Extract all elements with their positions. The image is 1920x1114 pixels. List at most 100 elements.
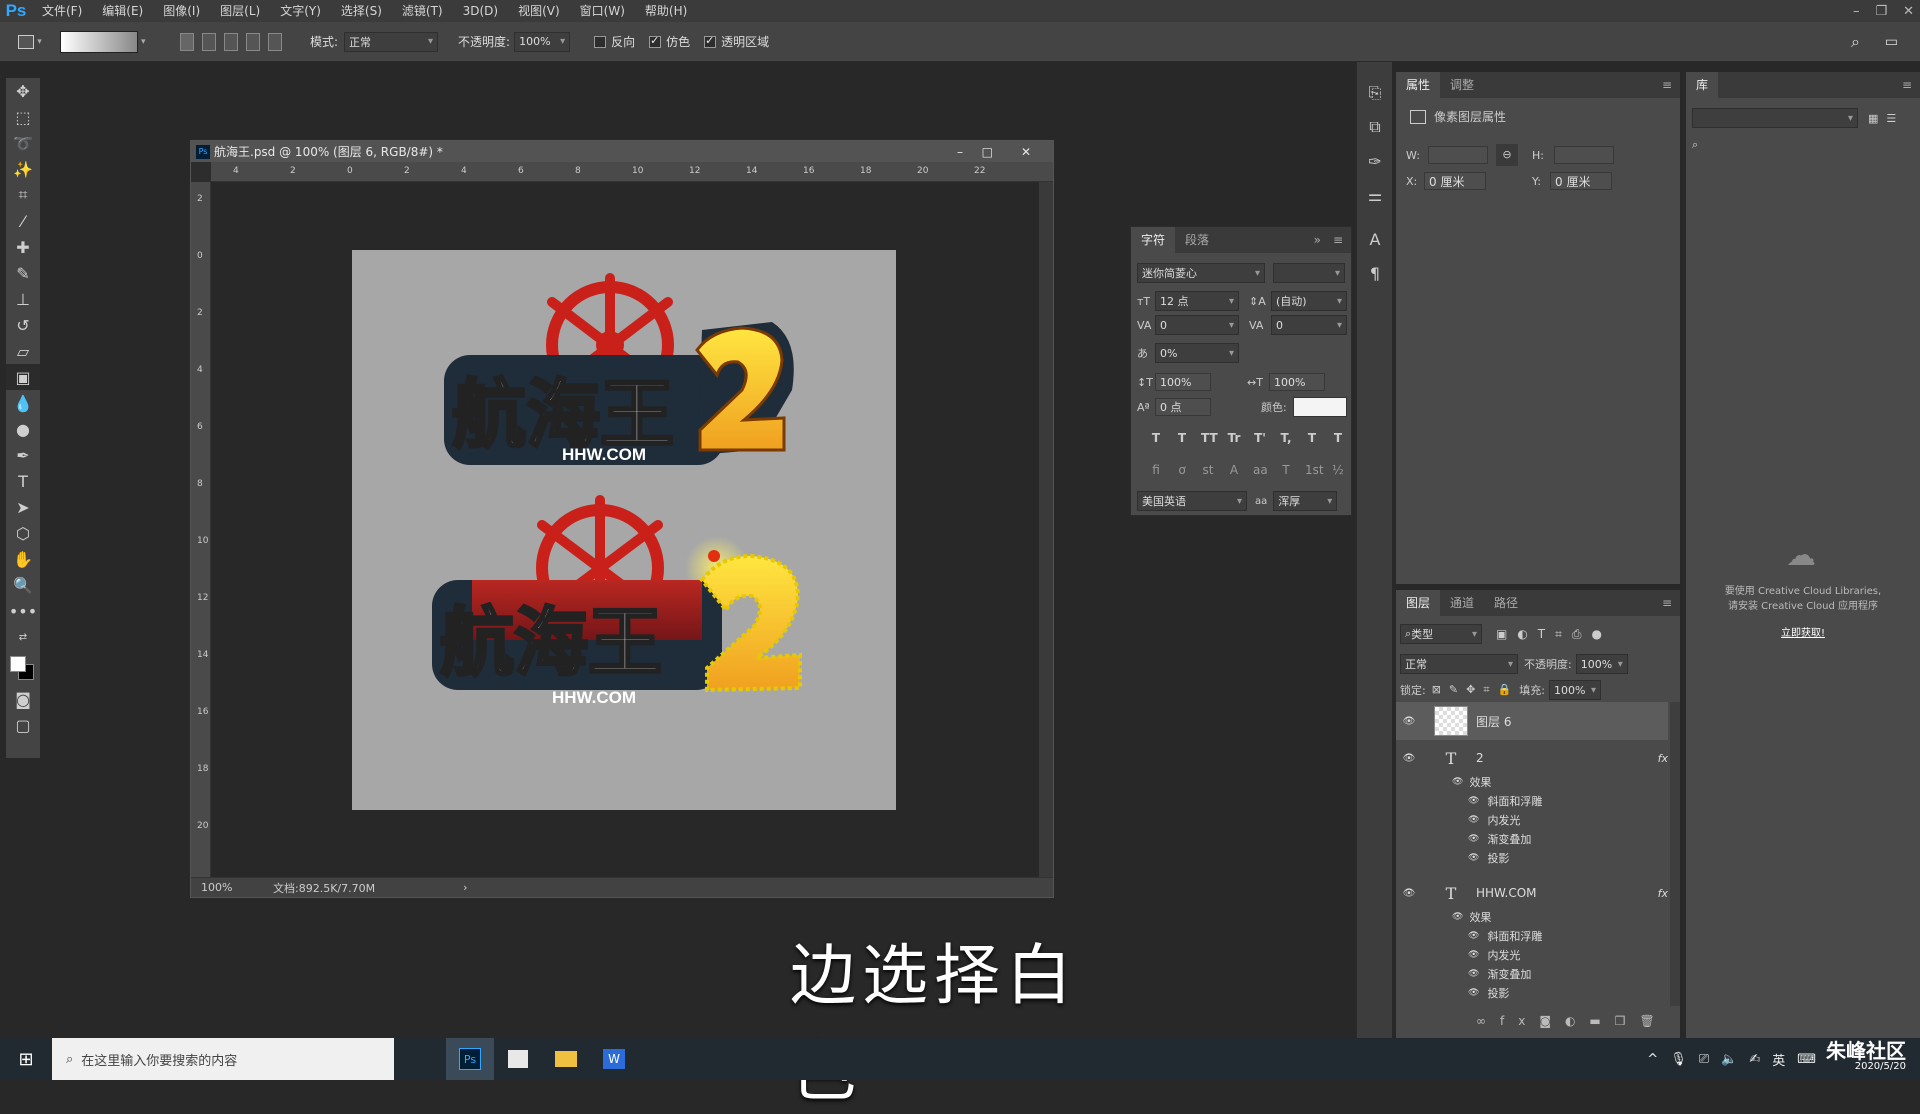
layer-row[interactable]: 👁 T HHW.COM fx [1396, 877, 1668, 909]
effect-name[interactable]: 投影 [1487, 850, 1509, 866]
x-input[interactable]: 0 厘米 [1424, 172, 1486, 190]
document-tab[interactable]: Ps 航海王.psd @ 100% (图层 6, RGB/8#) * – □ ✕ [191, 141, 1053, 162]
magic-wand-tool-icon[interactable]: ✨ [6, 156, 40, 182]
menu-item-9[interactable]: 窗口(W) [570, 0, 635, 22]
effect-name[interactable]: 投影 [1487, 985, 1509, 1001]
type-style-button[interactable]: 1st [1305, 463, 1324, 477]
effect-eye-icon[interactable]: 👁 [1468, 988, 1479, 998]
document-canvas[interactable]: 航海王 HHW.COM 航海王 HHW.COM [352, 250, 896, 810]
layer-opacity-input[interactable]: 100% [1575, 654, 1628, 674]
windows-start-icon[interactable]: ⊞ [0, 1038, 52, 1080]
vertical-scrollbar[interactable] [1039, 182, 1053, 877]
link-icon[interactable]: ⊖ [1496, 144, 1518, 166]
move-tool-icon[interactable]: ✥ [6, 78, 40, 104]
effect-eye-icon[interactable]: 👁 [1468, 853, 1479, 863]
lasso-tool-icon[interactable]: ➰ [6, 130, 40, 156]
shape-tool-icon[interactable]: ⬡ [6, 520, 40, 546]
layer-actions-bar[interactable]: ∞fx◙◐▬❒🗑 [1476, 1014, 1669, 1028]
opacity-input[interactable]: 100% [514, 31, 571, 52]
tab-libraries[interactable]: 库 [1686, 72, 1719, 98]
type-style-button[interactable]: T, [1279, 431, 1293, 445]
tab-properties[interactable]: 属性 [1396, 72, 1441, 98]
baseline-shift-input[interactable]: 0 点 [1155, 398, 1211, 416]
layers-menu-icon[interactable]: ≡ [1662, 596, 1672, 610]
get-now-link[interactable]: 立即获取! [1686, 626, 1920, 641]
tab-adjustments[interactable]: 调整 [1440, 72, 1484, 98]
filter-icons[interactable]: ▣◐T⌗⎙● [1496, 627, 1612, 642]
layer-row[interactable]: 👁 T 2 fx [1396, 742, 1668, 774]
character-icon[interactable]: A [1357, 222, 1393, 256]
brush-tool-icon[interactable]: ✎ [6, 260, 40, 286]
dodge-tool-icon[interactable]: ● [6, 416, 40, 442]
grid-view-icon[interactable]: ▦ [1868, 112, 1878, 125]
color-swatches[interactable] [6, 650, 40, 686]
eraser-tool-icon[interactable]: ▱ [6, 338, 40, 364]
layer-row[interactable]: 👁 图层 6 [1396, 702, 1668, 740]
library-search-input[interactable] [1702, 136, 1902, 154]
leading-select[interactable]: (自动) [1271, 291, 1347, 311]
type-tool-icon[interactable]: T [6, 468, 40, 494]
gradient-tool-icon[interactable]: ▣ [6, 364, 40, 390]
vertical-scale-input[interactable]: 100% [1155, 373, 1211, 391]
y-input[interactable]: 0 厘米 [1550, 172, 1612, 190]
restore-icon[interactable]: ❐ [1875, 4, 1887, 19]
close-icon[interactable]: ✕ [1903, 4, 1914, 19]
quick-mask-icon[interactable]: ◙ [6, 686, 40, 712]
tsume-select[interactable]: 0% [1155, 343, 1239, 363]
microphone-icon[interactable]: 🎙 [1670, 1052, 1687, 1067]
type-style-button[interactable]: T [1279, 463, 1293, 477]
tab-layers[interactable]: 图层 [1396, 590, 1441, 616]
visibility-eye-icon[interactable]: 👁 [1396, 753, 1422, 764]
diamond-gradient-button[interactable] [268, 32, 282, 51]
swap-colors-icon[interactable]: ⇄ [6, 624, 40, 650]
zoom-tool-icon[interactable]: 🔍 [6, 572, 40, 598]
library-select[interactable] [1692, 108, 1858, 128]
type-style-button[interactable]: T [1175, 431, 1189, 445]
history-icon[interactable]: ⎘ [1357, 76, 1393, 110]
healing-brush-tool-icon[interactable]: ✚ [6, 234, 40, 260]
eyedropper-tool-icon[interactable]: ⁄ [6, 208, 40, 234]
path-selection-tool-icon[interactable]: ➤ [6, 494, 40, 520]
tracking-select[interactable]: 0 [1271, 315, 1347, 335]
menu-item-0[interactable]: 文件(F) [32, 0, 92, 22]
width-input[interactable] [1428, 146, 1488, 164]
layers-scrollbar[interactable] [1670, 702, 1680, 1006]
effect-name[interactable]: 渐变叠加 [1487, 966, 1531, 982]
brush-presets-icon[interactable]: ✑ [1357, 144, 1393, 178]
tab-paths[interactable]: 路径 [1484, 590, 1528, 616]
blur-tool-icon[interactable]: 💧 [6, 390, 40, 416]
type-style-button[interactable]: ½ [1331, 463, 1345, 477]
list-view-icon[interactable]: ☰ [1886, 112, 1896, 125]
fill-input[interactable]: 100% [1548, 680, 1601, 700]
type-style-button[interactable]: st [1201, 463, 1215, 477]
menu-item-3[interactable]: 图层(L) [210, 0, 270, 22]
paragraph-icon[interactable]: ¶ [1357, 256, 1393, 290]
menu-item-10[interactable]: 帮助(H) [635, 0, 697, 22]
effect-eye-icon[interactable]: 👁 [1468, 796, 1479, 806]
visibility-eye-icon[interactable]: 👁 [1396, 888, 1422, 899]
tool-preset-picker[interactable]: ▾ [0, 22, 60, 62]
language-indicator[interactable]: 英 [1772, 1050, 1785, 1069]
transparency-checkbox[interactable]: 透明区域 [690, 22, 769, 62]
tab-channels[interactable]: 通道 [1440, 590, 1484, 616]
menu-item-6[interactable]: 滤镜(T) [392, 0, 453, 22]
radial-gradient-button[interactable] [202, 32, 216, 51]
volume-icon[interactable]: 🔈 [1721, 1052, 1737, 1067]
pen-tool-icon[interactable]: ✒ [6, 442, 40, 468]
text-color-swatch[interactable] [1292, 397, 1347, 417]
marquee-tool-icon[interactable]: ⬚ [6, 104, 40, 130]
effect-eye-icon[interactable]: 👁 [1468, 931, 1479, 941]
properties-menu-icon[interactable]: ≡ [1662, 78, 1672, 92]
collapse-icon[interactable]: » [1314, 233, 1321, 247]
type-style-button[interactable]: fi [1149, 463, 1163, 477]
library-menu-icon[interactable]: ≡ [1902, 78, 1912, 92]
media-app-taskbar-icon[interactable] [494, 1038, 542, 1080]
dither-checkbox[interactable]: 仿色 [635, 22, 690, 62]
anti-alias-select[interactable]: 浑厚 [1273, 491, 1338, 511]
effect-name[interactable]: 内发光 [1487, 812, 1520, 828]
brush-settings-icon[interactable]: ⚌ [1357, 178, 1393, 212]
effect-eye-icon[interactable]: 👁 [1468, 815, 1479, 825]
search-icon[interactable]: ⌕ [1851, 22, 1860, 62]
reverse-checkbox[interactable]: 反向 [570, 22, 635, 62]
blend-mode-select[interactable]: 正常 [1400, 654, 1518, 674]
